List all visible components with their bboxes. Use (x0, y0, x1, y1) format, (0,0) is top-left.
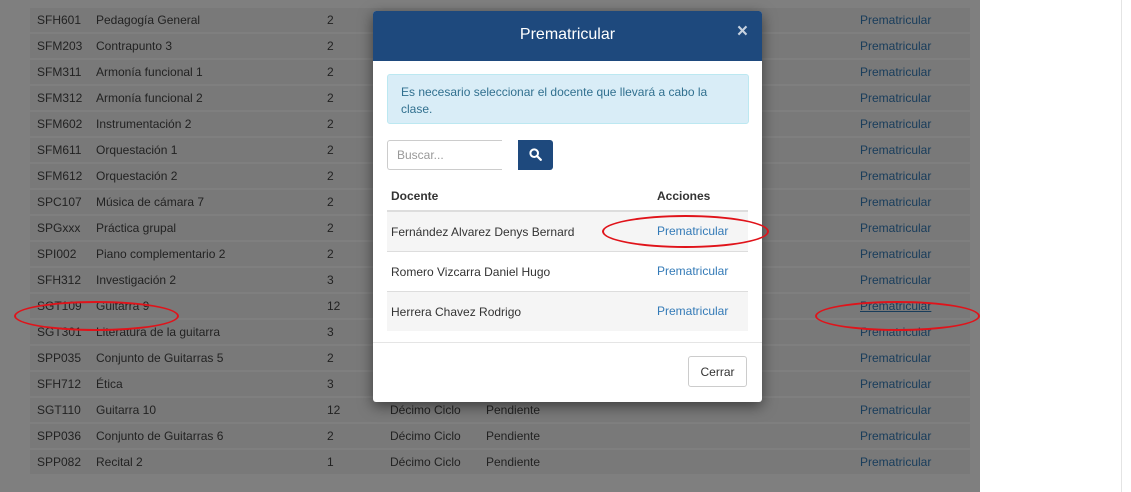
course-name: Pedagogía General (96, 13, 201, 27)
course-code: SFM602 (37, 117, 83, 131)
course-code: SFM203 (37, 39, 83, 53)
course-ciclo: Décimo Ciclo (390, 429, 461, 443)
course-code: SFM612 (37, 169, 83, 183)
course-code: SFH601 (37, 13, 82, 27)
prematricular-link[interactable]: Prematricular (860, 138, 931, 162)
course-credits: 3 (327, 377, 334, 391)
close-icon[interactable]: × (737, 21, 748, 43)
docente-name: Fernández Alvarez Denys Bernard (391, 225, 575, 239)
prematricular-link[interactable]: Prematricular (860, 372, 931, 396)
annotation-circle-docente-action (602, 215, 769, 248)
course-estado: Pendiente (486, 429, 541, 443)
course-code: SFH712 (37, 377, 82, 391)
prematricular-link[interactable]: Prematricular (860, 268, 931, 292)
course-code: SPP036 (37, 429, 82, 443)
course-name: Orquestación 2 (96, 169, 178, 183)
course-name: Guitarra 10 (96, 403, 157, 417)
course-estado: Pendiente (486, 455, 541, 469)
prematricular-link[interactable]: Prematricular (657, 304, 728, 318)
course-code: SPP082 (37, 455, 82, 469)
course-credits: 12 (327, 299, 341, 313)
prematricular-link[interactable]: Prematricular (860, 346, 931, 370)
search-icon (529, 148, 542, 161)
table-row: Romero Vizcarra Daniel Hugo Prematricula… (387, 252, 748, 291)
column-header-acciones: Acciones (657, 189, 711, 203)
docente-name: Romero Vizcarra Daniel Hugo (391, 265, 551, 279)
course-credits: 2 (327, 429, 334, 443)
course-name: Investigación 2 (96, 273, 177, 287)
prematricular-link[interactable]: Prematricular (860, 398, 931, 422)
course-credits: 2 (327, 247, 334, 261)
course-code: SFM611 (37, 143, 82, 157)
modal-header: Prematricular × (373, 11, 762, 61)
prematricular-link[interactable]: Prematricular (860, 112, 931, 136)
docente-name: Herrera Chavez Rodrigo (391, 305, 522, 319)
course-code: SPGxxx (37, 221, 81, 235)
course-credits: 2 (327, 169, 334, 183)
course-credits: 2 (327, 195, 334, 209)
course-credits: 2 (327, 91, 334, 105)
prematricular-link[interactable]: Prematricular (860, 86, 931, 110)
table-row: SPP082 Recital 2 1 Décimo Ciclo Pendiente Pre… (30, 450, 970, 474)
course-name: Práctica grupal (96, 221, 177, 235)
course-code: SGT110 (37, 403, 81, 417)
table-row: SPP036 Conjunto de Guitarras 6 2 Décimo Cic… (30, 424, 970, 448)
course-credits: 1 (327, 455, 334, 469)
course-code: SPC107 (37, 195, 82, 209)
prematricular-modal: Prematricular × Es necesario seleccionar… (373, 11, 762, 402)
prematricular-link[interactable]: Prematricular (860, 242, 931, 266)
course-name: Ética (96, 377, 123, 391)
prematricular-link[interactable]: Prematricular (860, 216, 931, 240)
prematricular-link[interactable]: Prematricular (860, 34, 931, 58)
course-name: Orquestación 1 (96, 143, 178, 157)
annotation-circle-course-action (815, 301, 980, 331)
course-credits: 2 (327, 143, 334, 157)
course-credits: 2 (327, 117, 334, 131)
course-credits: 3 (327, 273, 334, 287)
column-header-docente: Docente (391, 189, 439, 203)
annotation-circle-course (14, 301, 179, 331)
course-name: Conjunto de Guitarras 5 (96, 351, 224, 365)
course-code: SFH312 (37, 273, 82, 287)
course-code: SFM312 (37, 91, 83, 105)
prematricular-link[interactable]: Prematricular (860, 60, 931, 84)
course-credits: 2 (327, 13, 334, 27)
table-row: Herrera Chavez Rodrigo Prematricular (387, 292, 748, 331)
modal-title: Prematricular (519, 26, 616, 43)
course-ciclo: Décimo Ciclo (390, 455, 461, 469)
course-credits: 2 (327, 221, 334, 235)
cerrar-button[interactable]: Cerrar (688, 356, 747, 387)
prematricular-link[interactable]: Prematricular (860, 164, 931, 188)
course-name: Recital 2 (96, 455, 143, 469)
course-name: Armonía funcional 2 (96, 91, 203, 105)
course-credits: 12 (327, 403, 341, 417)
course-name: Piano complementario 2 (96, 247, 226, 261)
prematricular-link[interactable]: Prematricular (860, 190, 931, 214)
course-name: Armonía funcional 1 (96, 65, 203, 79)
prematricular-link[interactable]: Prematricular (860, 8, 931, 32)
course-code: SPI002 (37, 247, 77, 261)
course-credits: 2 (327, 351, 334, 365)
prematricular-link[interactable]: Prematricular (860, 450, 931, 474)
prematricular-link[interactable]: Prematricular (657, 264, 728, 278)
modal-footer-divider (373, 342, 762, 343)
divider (1121, 0, 1122, 492)
course-name: Conjunto de Guitarras 6 (96, 429, 224, 443)
search-button[interactable] (518, 140, 553, 170)
search-input[interactable] (387, 140, 502, 170)
course-name: Música de cámara 7 (96, 195, 205, 209)
info-alert: Es necesario seleccionar el docente que … (387, 74, 749, 124)
course-credits: 3 (327, 325, 334, 339)
course-code: SFM311 (37, 65, 82, 79)
prematricular-link[interactable]: Prematricular (860, 424, 931, 448)
course-credits: 2 (327, 65, 334, 79)
course-credits: 2 (327, 39, 334, 53)
course-code: SPP035 (37, 351, 82, 365)
course-name: Contrapunto 3 (96, 39, 173, 53)
course-name: Instrumentación 2 (96, 117, 192, 131)
